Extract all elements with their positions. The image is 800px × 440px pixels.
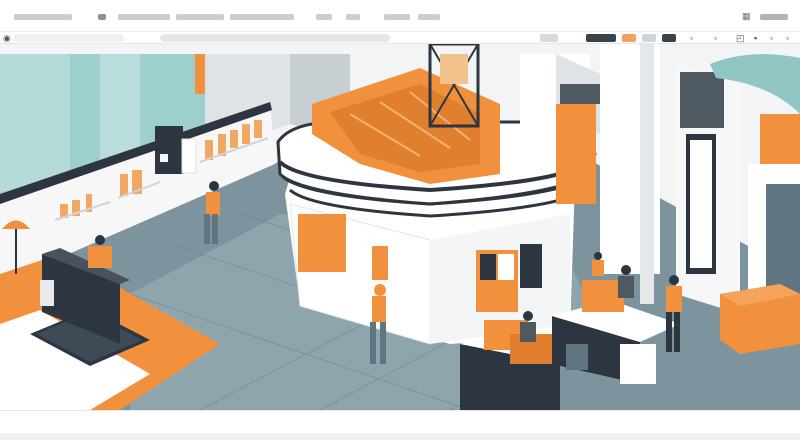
glass-pane-1 — [0, 54, 70, 192]
wall-cabinet — [155, 126, 183, 174]
reload-icon[interactable]: ▪ — [754, 33, 757, 43]
far-right-panel — [680, 72, 724, 128]
isometric-office-illustration — [0, 44, 800, 410]
grid-icon[interactable]: ▦ — [742, 11, 751, 21]
menu-item-7[interactable] — [346, 14, 360, 20]
right-pillar-shade — [640, 44, 654, 304]
illustration-canvas — [0, 44, 800, 410]
forward-icon[interactable]: ▫ — [786, 33, 789, 43]
left-stool — [40, 280, 54, 306]
toolbar: ◉ ▫ ▫ ◰ ▪ ▫ ▫ — [0, 32, 800, 44]
desk-drawer — [620, 344, 656, 384]
far-right-orange-panel — [760, 114, 800, 164]
monitor-3 — [582, 280, 624, 312]
status-bottom-strip — [0, 433, 800, 440]
menu-item-2[interactable] — [98, 14, 106, 20]
scaffold-boxes — [440, 54, 468, 84]
menu-item-1[interactable] — [14, 14, 72, 20]
far-right-door-glass — [690, 140, 712, 268]
window-controls-icon[interactable] — [760, 14, 788, 20]
menu-bar: ▦ — [0, 0, 800, 32]
tab-block-accent[interactable] — [622, 34, 636, 42]
app-window: ▦ ◉ ▫ ▫ ◰ ▪ ▫ ▫ — [0, 0, 800, 440]
pavilion-door — [520, 244, 542, 288]
tab-block-1[interactable] — [540, 34, 558, 42]
tab-block-dark[interactable] — [586, 34, 616, 42]
menu-item-4[interactable] — [176, 14, 224, 20]
status-bar — [0, 410, 800, 440]
menu-item-5[interactable] — [230, 14, 294, 20]
person-standing-right-2 — [666, 275, 682, 352]
menu-item-3[interactable] — [118, 14, 170, 20]
menu-item-9[interactable] — [418, 14, 440, 20]
address-bar[interactable] — [14, 34, 124, 42]
right-wall-shelf — [560, 84, 600, 104]
cabinet-door — [181, 138, 197, 174]
share-icon[interactable]: ▫ — [690, 33, 693, 43]
bookmark-icon[interactable]: ▫ — [714, 33, 717, 43]
cabinet-label — [160, 154, 168, 162]
right-orange-column — [556, 104, 596, 204]
back-icon[interactable]: ◉ — [3, 33, 11, 43]
search-input[interactable] — [160, 34, 390, 42]
pavilion-window-2 — [498, 254, 514, 280]
menu-item-8[interactable] — [384, 14, 410, 20]
tab-icon[interactable]: ◰ — [736, 33, 745, 43]
pavilion-window-1 — [480, 254, 496, 280]
menu-item-6[interactable] — [316, 14, 332, 20]
tab-block-dark-2[interactable] — [662, 34, 676, 42]
menu-icon[interactable]: ▫ — [770, 33, 773, 43]
tab-block-light[interactable] — [642, 34, 656, 42]
